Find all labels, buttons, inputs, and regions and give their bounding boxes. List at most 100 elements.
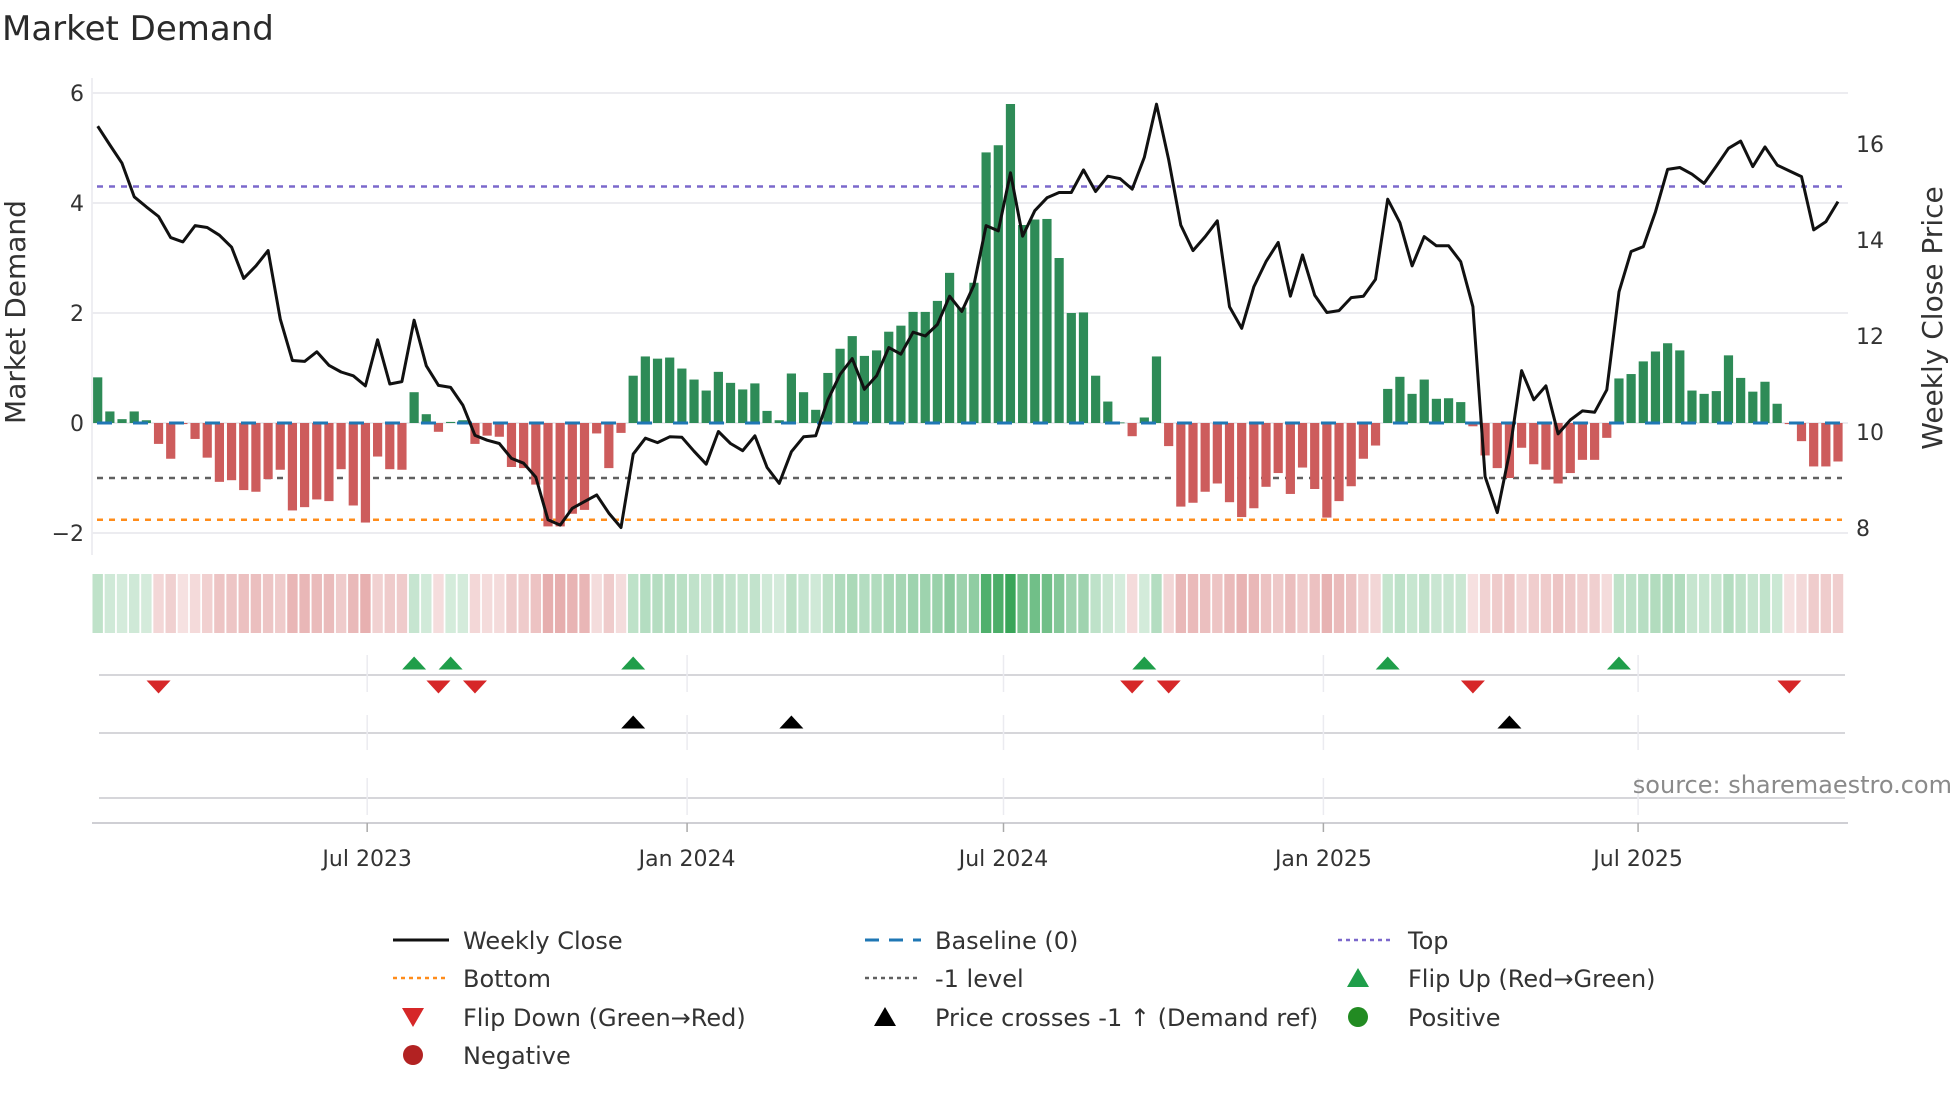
negative-demand-bar [1529, 423, 1539, 465]
negative-demand-bar [555, 423, 565, 527]
heat-strip-cell [1406, 574, 1418, 633]
positive-demand-bar [1431, 398, 1441, 423]
negative-demand-bar [1297, 423, 1308, 468]
heat-strip-cell [323, 574, 335, 633]
heat-strip-cell [457, 574, 468, 633]
negative-demand-bar [1188, 423, 1198, 503]
heat-strip-cell [214, 574, 225, 633]
negative-demand-bar [348, 423, 358, 506]
positive-demand-bar [981, 152, 991, 423]
heat-strip-cell [1492, 574, 1503, 633]
flip-up-marker [1606, 656, 1631, 670]
positive-demand-bar [701, 390, 711, 423]
x-tick-label: Jan 2025 [1273, 847, 1372, 872]
positive-demand-bar [1772, 403, 1782, 423]
heat-strip-cell [469, 574, 481, 633]
legend-label: Price crosses -1 ↑ (Demand ref) [935, 1004, 1318, 1032]
positive-demand-bar [1456, 402, 1466, 423]
positive-demand-bar [798, 392, 809, 423]
positive-demand-bar [1005, 104, 1016, 423]
heat-strip-cell [1479, 574, 1491, 633]
heat-strip-cell [944, 574, 955, 633]
heat-strip-cell [1686, 574, 1698, 633]
heat-strip-cell [640, 574, 651, 633]
source-annotation: source: sharemaestro.com [1633, 771, 1952, 799]
price-cross-marker [1497, 715, 1522, 729]
positive-demand-bar [409, 392, 419, 423]
heat-strip-cell [1394, 574, 1406, 633]
heat-strip-cell [494, 574, 505, 633]
heat-strip-cell [1625, 574, 1637, 633]
heat-strip-cell [1832, 574, 1844, 633]
negative-demand-bar [1590, 423, 1600, 460]
heat-strip-cell [1565, 574, 1576, 633]
right-axis-title: Weekly Close Price [1916, 186, 1949, 449]
heat-strip-cell [1650, 574, 1661, 633]
heat-strip-cell [226, 574, 237, 633]
heat-strip-cell [1199, 574, 1211, 633]
heat-strip-cell [153, 574, 164, 633]
negative-demand-bar [1358, 423, 1368, 459]
negative-demand-bar [226, 423, 237, 481]
negative-demand-bar [263, 423, 273, 480]
negative-demand-bar [1602, 423, 1612, 438]
heat-strip-cell [1674, 574, 1685, 633]
heat-strip-cell [1431, 574, 1442, 633]
positive-demand-bar [1042, 218, 1052, 423]
heat-strip-cell [761, 574, 773, 633]
negative-demand-bar [1127, 423, 1137, 437]
price-cross-marker [779, 715, 804, 729]
negative-demand-bar [385, 423, 395, 470]
positive-demand-bar [665, 357, 675, 423]
heat-strip-cell [1053, 574, 1065, 633]
heat-strip-cell [676, 574, 688, 633]
legend-item: Bottom [393, 965, 551, 993]
heat-strip-cell [275, 574, 286, 633]
negative-demand-bar [616, 423, 626, 433]
positive-demand-bar [1419, 379, 1429, 423]
heat-strip-cell [408, 574, 420, 633]
heat-strip-cell [1747, 574, 1759, 633]
heat-strip-cell [664, 574, 675, 633]
legend-label: Positive [1408, 1004, 1501, 1032]
negative-demand-bar [1249, 423, 1259, 509]
positive-demand-bar [896, 325, 906, 423]
negative-demand-bar [567, 423, 577, 514]
heat-strip-cell [1723, 574, 1734, 633]
heat-strip-cell [701, 574, 712, 633]
negative-demand-bar [373, 423, 383, 457]
left-tick-label: −2 [52, 522, 84, 547]
legend-item: Top [1338, 927, 1449, 955]
positive-demand-bar [1663, 343, 1673, 423]
heat-strip-cell [1346, 574, 1357, 633]
negative-demand-bar [1370, 423, 1381, 446]
flip-down-marker [1156, 680, 1181, 694]
negative-demand-bar [1212, 423, 1222, 484]
right-tick-label: 8 [1856, 517, 1870, 542]
heat-strip-cell [591, 574, 602, 633]
heat-strip-cell [920, 574, 931, 633]
legend-item: Price crosses -1 ↑ (Demand ref) [874, 1004, 1318, 1032]
negative-demand-bar [1261, 423, 1271, 487]
heat-strip-cell [384, 574, 395, 633]
heat-strip-cell [1516, 574, 1527, 633]
heat-strip-cell [1163, 574, 1174, 633]
positive-demand-bar [835, 348, 845, 423]
heat-strip-cell [1613, 574, 1625, 633]
heat-strip-cell [1382, 574, 1393, 633]
legend-label: Bottom [463, 965, 551, 993]
negative-demand-bar [1833, 423, 1843, 462]
heat-strip-cell [1224, 574, 1235, 633]
legend-label: Negative [463, 1042, 571, 1070]
heat-strip-cell [1735, 574, 1746, 633]
heat-strip-cell [871, 574, 882, 633]
heat-strip-cell [1260, 574, 1272, 633]
negative-demand-bar [202, 423, 212, 458]
positive-demand-bar [1103, 401, 1113, 423]
heat-strip-cell [238, 574, 249, 633]
heat-strip-cell [798, 574, 809, 633]
positive-demand-bar [1091, 375, 1101, 423]
heat-strip-cell [1589, 574, 1600, 633]
heat-strip-cell [1820, 574, 1832, 633]
flip-up-marker [621, 656, 646, 670]
